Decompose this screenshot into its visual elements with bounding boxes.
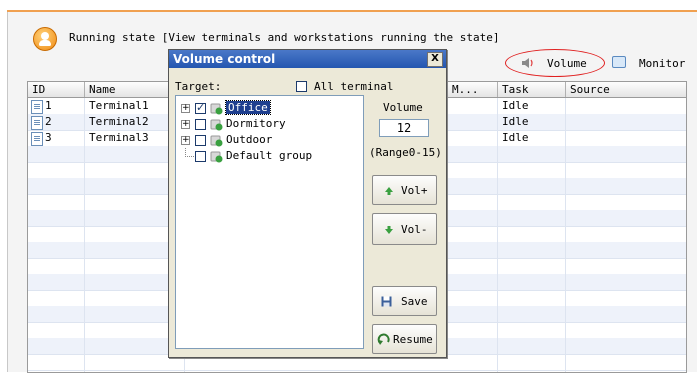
terminal-icon [31, 116, 43, 130]
vol-down-label: Vol- [401, 223, 428, 236]
all-terminal-checkbox[interactable] [296, 81, 307, 92]
volume-control-dialog: Volume control X Target: All terminal + O… [168, 49, 447, 358]
column-header-id[interactable]: ID [28, 82, 85, 97]
cell-id: 3 [45, 131, 52, 144]
tree-item[interactable]: + Dormitory [176, 116, 363, 132]
target-tree: + Office + Dormitory + Outdoor Default group [175, 95, 364, 349]
arrow-up-icon [385, 187, 393, 195]
volume-button[interactable]: Volume [547, 57, 587, 70]
cell-task: Idle [502, 131, 529, 144]
resume-button[interactable]: Resume [372, 324, 437, 354]
column-header-task[interactable]: Task [498, 82, 566, 97]
tree-item-label: Dormitory [226, 117, 286, 130]
cell-name: Terminal1 [89, 99, 149, 112]
tree-item-checkbox[interactable] [195, 135, 206, 146]
cell-id: 2 [45, 115, 52, 128]
range-label: (Range0-15) [369, 146, 442, 159]
save-label: Save [401, 295, 428, 308]
tree-item[interactable]: + Outdoor [176, 132, 363, 148]
tree-item[interactable]: + Office [176, 100, 363, 116]
group-icon [210, 151, 223, 163]
volume-input[interactable]: 12 [379, 119, 429, 137]
dialog-titlebar[interactable]: Volume control X [169, 50, 446, 68]
monitor-icon[interactable] [612, 56, 626, 68]
cell-name: Terminal2 [89, 115, 149, 128]
tree-item-checkbox[interactable] [195, 151, 206, 162]
group-icon [210, 119, 223, 131]
group-icon [210, 135, 223, 147]
column-divider [565, 98, 566, 372]
tree-item-label: Outdoor [226, 133, 273, 146]
column-header-m[interactable]: M... [448, 82, 498, 97]
group-icon [210, 103, 223, 115]
tree-item[interactable]: Default group [176, 148, 363, 164]
floppy-disk-icon [381, 296, 392, 307]
target-label: Target: [175, 80, 222, 93]
save-button[interactable]: Save [372, 286, 437, 316]
expand-icon[interactable]: + [181, 136, 190, 145]
tree-connector [185, 148, 194, 157]
tree-item-checkbox[interactable] [195, 101, 206, 114]
vol-up-label: Vol+ [401, 184, 428, 197]
speaker-icon[interactable] [521, 57, 535, 69]
vol-down-button[interactable]: Vol- [372, 213, 437, 245]
vol-up-button[interactable]: Vol+ [372, 175, 437, 205]
user-icon [33, 27, 57, 51]
all-terminal-label: All terminal [314, 80, 394, 93]
tree-item-checkbox[interactable] [195, 119, 206, 130]
tree-item-label: Office [225, 100, 271, 115]
resume-label: Resume [393, 333, 433, 346]
close-button[interactable]: X [427, 52, 443, 67]
expand-icon[interactable]: + [181, 120, 190, 129]
monitor-button[interactable]: Monitor [639, 57, 685, 70]
terminal-icon [31, 132, 43, 146]
cell-id: 1 [45, 99, 52, 112]
arrow-down-icon [385, 226, 393, 234]
cell-task: Idle [502, 99, 529, 112]
dialog-title: Volume control [173, 52, 276, 66]
volume-label: Volume [383, 101, 423, 114]
expand-icon[interactable]: + [181, 104, 190, 113]
column-divider [84, 98, 85, 372]
cell-task: Idle [502, 115, 529, 128]
cell-name: Terminal3 [89, 131, 149, 144]
column-header-source[interactable]: Source [566, 82, 686, 97]
terminal-icon [31, 100, 43, 114]
tree-item-label: Default group [226, 149, 313, 162]
resume-icon [377, 333, 390, 345]
column-divider [497, 98, 498, 372]
page-title: Running state [View terminals and workst… [69, 31, 500, 44]
